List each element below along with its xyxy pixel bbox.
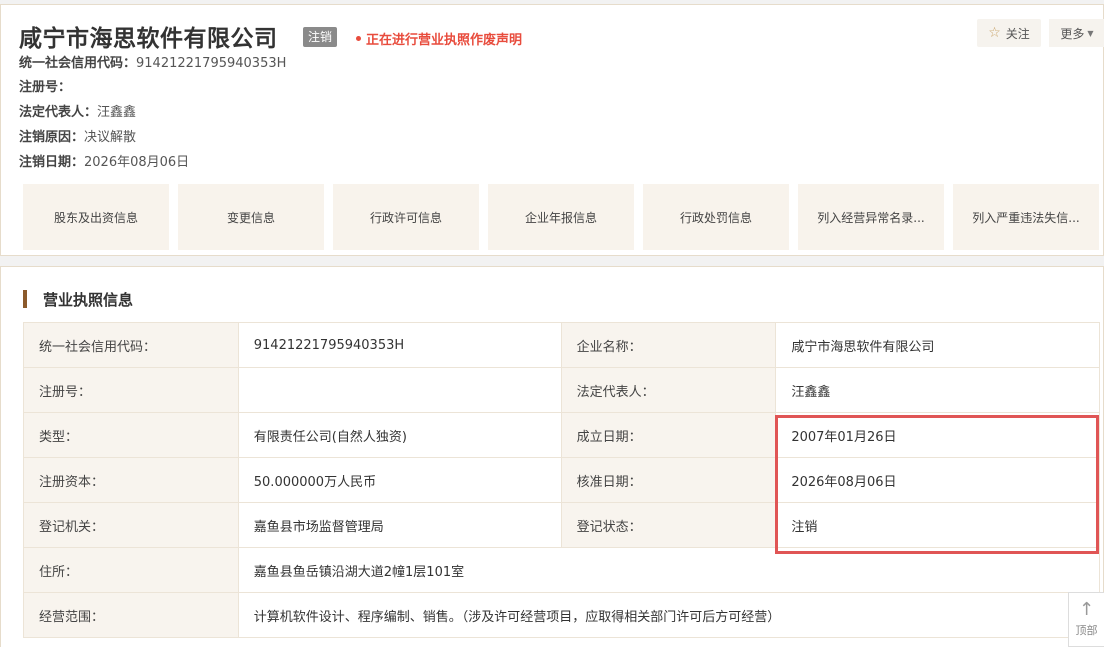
field-label: 企业名称： [560, 322, 777, 368]
caret-down-icon: ▼ [1087, 28, 1094, 38]
tab-shareholders[interactable]: 股东及出资信息 [23, 184, 169, 250]
more-label: 更多 [1060, 26, 1085, 41]
field-label: 经营范围： [23, 592, 239, 638]
tab-changes[interactable]: 变更信息 [178, 184, 324, 250]
info-value: 91421221795940353H [136, 56, 287, 71]
field-value: 嘉鱼县市场监督管理局 [237, 502, 562, 548]
field-value: 50.000000万人民币 [237, 457, 562, 503]
company-header-card: 咸宁市海思软件有限公司 注销 正在进行营业执照作废声明 ☆ 关注 更多 ▼ 统一… [0, 4, 1104, 256]
field-label: 登记机关： [23, 502, 239, 548]
field-label: 住所： [23, 547, 239, 593]
info-tabs: 股东及出资信息 变更信息 行政许可信息 企业年报信息 行政处罚信息 列入经营异常… [23, 184, 1104, 250]
field-value: 嘉鱼县鱼岳镇沿湖大道2幢1层101室 [237, 547, 1101, 593]
field-value: 2026年08月06日 [775, 457, 1100, 503]
follow-button[interactable]: ☆ 关注 [977, 19, 1041, 47]
info-key: 注销原因： [19, 130, 85, 145]
info-value: 汪鑫鑫 [97, 105, 137, 120]
star-icon: ☆ [988, 25, 1001, 41]
more-button[interactable]: 更多 ▼ [1049, 19, 1104, 47]
back-to-top-button[interactable]: ↑ 顶部 [1068, 592, 1104, 647]
field-label: 核准日期： [560, 457, 777, 503]
info-legal-rep: 法定代表人：汪鑫鑫 [19, 101, 136, 120]
tab-admin-permits[interactable]: 行政许可信息 [333, 184, 479, 250]
info-value: 决议解散 [84, 130, 137, 145]
license-void-notice[interactable]: 正在进行营业执照作废声明 [356, 29, 522, 48]
field-label: 注册资本： [23, 457, 239, 503]
info-reg-number: 注册号： [19, 76, 71, 95]
dot-icon [356, 36, 361, 41]
table-row: 统一社会信用代码： 91421221795940353H 企业名称： 咸宁市海思… [23, 322, 1100, 368]
license-table: 统一社会信用代码： 91421221795940353H 企业名称： 咸宁市海思… [23, 322, 1101, 638]
info-credit-code: 统一社会信用代码：91421221795940353H [19, 52, 286, 71]
follow-label: 关注 [1005, 26, 1030, 41]
table-row: 登记机关： 嘉鱼县市场监督管理局 登记状态： 注销 [23, 502, 1100, 548]
info-key: 注册号： [19, 80, 72, 95]
table-row: 住所： 嘉鱼县鱼岳镇沿湖大道2幢1层101室 [23, 547, 1101, 593]
info-key: 法定代表人： [19, 105, 98, 120]
field-value [237, 367, 562, 413]
arrow-up-icon: ↑ [1078, 598, 1095, 620]
field-label: 注册号： [23, 367, 239, 413]
company-name: 咸宁市海思软件有限公司 [19, 26, 278, 52]
info-cancel-date: 注销日期：2026年08月06日 [19, 151, 189, 170]
field-value: 计算机软件设计、程序编制、销售。（涉及许可经营项目，应取得相关部门许可后方可经营… [237, 592, 1101, 638]
tab-serious-violation-list[interactable]: 列入严重违法失信... [953, 184, 1099, 250]
field-label: 成立日期： [560, 412, 777, 458]
tab-abnormal-list[interactable]: 列入经营异常名录... [798, 184, 944, 250]
field-label: 类型： [23, 412, 239, 458]
field-value: 咸宁市海思软件有限公司 [775, 322, 1100, 368]
info-value: 2026年08月06日 [84, 155, 190, 170]
table-row: 注册号： 法定代表人： 汪鑫鑫 [23, 367, 1100, 413]
tab-annual-reports[interactable]: 企业年报信息 [488, 184, 634, 250]
field-label: 统一社会信用代码： [23, 322, 239, 368]
section-title: 营业执照信息 [23, 289, 133, 310]
info-key: 统一社会信用代码： [19, 56, 137, 71]
info-key: 注销日期： [19, 155, 85, 170]
field-value: 汪鑫鑫 [775, 367, 1100, 413]
info-cancel-reason: 注销原因：决议解散 [19, 126, 136, 145]
tab-admin-penalties[interactable]: 行政处罚信息 [643, 184, 789, 250]
field-value: 有限责任公司(自然人独资) [237, 412, 562, 458]
field-label: 登记状态： [560, 502, 777, 548]
status-badge: 注销 [303, 27, 338, 47]
table-row: 类型： 有限责任公司(自然人独资) 成立日期： 2007年01月26日 [23, 412, 1100, 458]
table-row: 注册资本： 50.000000万人民币 核准日期： 2026年08月06日 [23, 457, 1100, 503]
back-to-top-label: 顶部 [1075, 623, 1098, 637]
business-license-card: 营业执照信息 统一社会信用代码： 91421221795940353H 企业名称… [0, 266, 1104, 647]
field-label: 法定代表人： [560, 367, 777, 413]
field-value: 注销 [775, 502, 1100, 548]
table-row: 经营范围： 计算机软件设计、程序编制、销售。（涉及许可经营项目，应取得相关部门许… [23, 592, 1101, 638]
notice-text: 正在进行营业执照作废声明 [366, 33, 523, 48]
field-value: 2007年01月26日 [775, 412, 1100, 458]
field-value: 91421221795940353H [237, 322, 562, 368]
